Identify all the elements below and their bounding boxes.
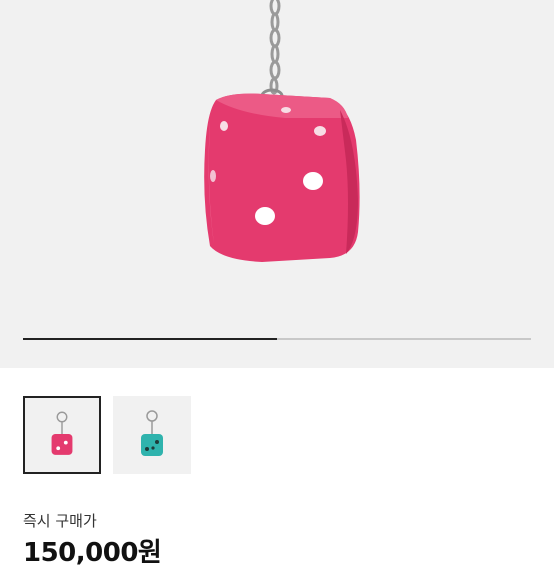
thumb-teal-dice xyxy=(141,434,163,456)
carousel-progress-bar xyxy=(23,338,531,340)
product-image-carousel[interactable] xyxy=(0,0,554,368)
teal-dice-thumbnail-image xyxy=(141,410,163,456)
dice-body xyxy=(204,93,360,262)
price-value: 150,000원 xyxy=(23,538,162,568)
pink-dice-keychain-image xyxy=(204,0,360,262)
thumbnail-pink-dice[interactable] xyxy=(23,396,101,474)
keychain-chain xyxy=(269,0,281,95)
thumb-pink-dice xyxy=(51,434,73,455)
thumbnail-strip xyxy=(23,396,191,474)
carousel-progress-fill xyxy=(23,338,277,340)
price-label: 즉시 구매가 xyxy=(23,512,97,530)
pink-dice-thumbnail-image xyxy=(51,411,73,455)
thumbnail-teal-dice[interactable] xyxy=(113,396,191,474)
